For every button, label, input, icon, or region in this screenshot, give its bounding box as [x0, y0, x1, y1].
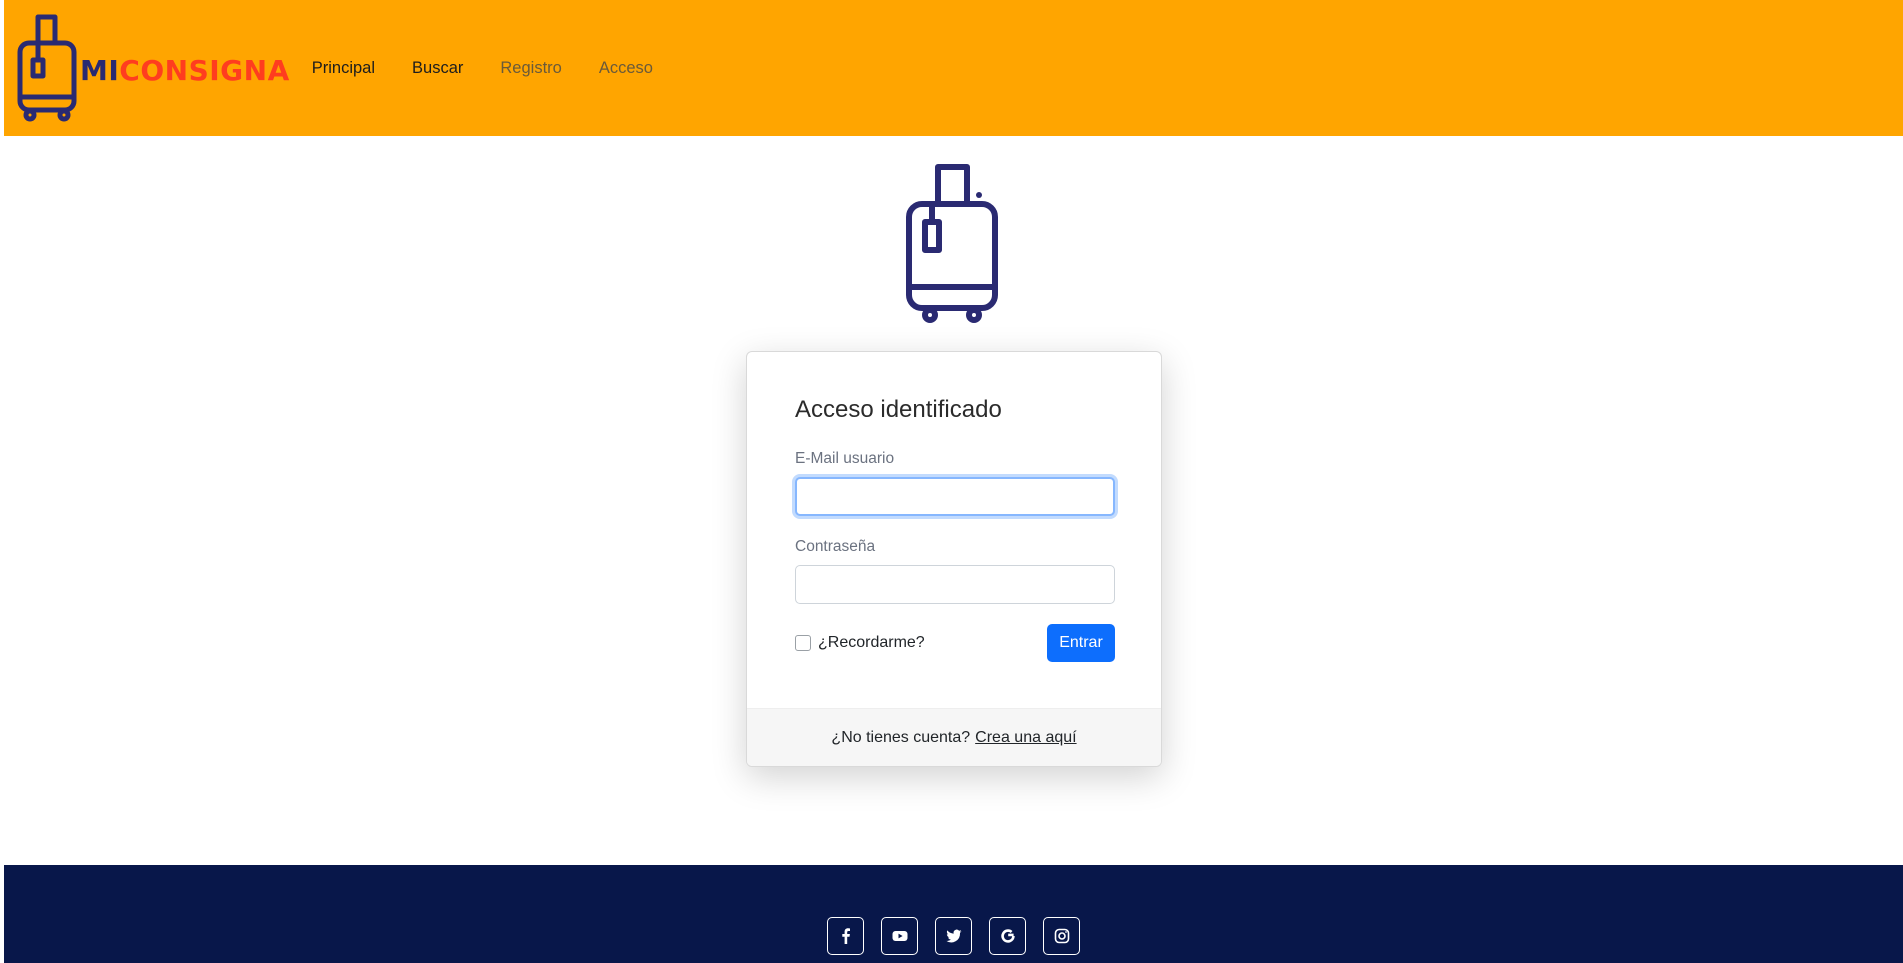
twitter-icon [945, 929, 961, 943]
signup-footer: ¿No tienes cuenta? Crea una aquí [747, 708, 1161, 766]
login-submit-button[interactable]: Entrar [1047, 624, 1115, 662]
signup-prompt: ¿No tienes cuenta? [831, 728, 971, 746]
twitter-button[interactable] [935, 917, 972, 955]
header: MICONSIGNA Principal Buscar Registro Acc… [4, 0, 1903, 136]
main-nav: Principal Buscar Registro Acceso [312, 59, 690, 78]
login-actions: ¿Recordarme? Entrar [795, 624, 1115, 662]
google-button[interactable] [989, 917, 1026, 955]
email-field[interactable] [795, 477, 1115, 516]
brand-suffix: CONSIGNA [119, 53, 290, 87]
site-footer [4, 865, 1903, 963]
remember-label: ¿Recordarme? [818, 634, 925, 651]
brand-logo[interactable]: MICONSIGNA [14, 14, 290, 122]
nav-buscar[interactable]: Buscar [412, 59, 463, 78]
social-links [827, 917, 1097, 955]
remember-checkbox[interactable] [795, 635, 811, 651]
nav-principal[interactable]: Principal [312, 59, 375, 78]
nav-registro[interactable]: Registro [500, 59, 561, 78]
password-field[interactable] [795, 565, 1115, 604]
instagram-button[interactable] [1043, 917, 1080, 955]
login-card-body: Acceso identificado E-Mail usuario Contr… [747, 352, 1161, 710]
signup-link[interactable]: Crea una aquí [975, 729, 1076, 747]
google-icon [1000, 929, 1015, 943]
nav-acceso[interactable]: Acceso [599, 59, 653, 78]
login-title: Acceso identificado [795, 396, 1002, 423]
password-group: Contraseña [795, 538, 1115, 604]
brand-name: MICONSIGNA [80, 54, 290, 87]
login-card: Acceso identificado E-Mail usuario Contr… [746, 351, 1162, 767]
instagram-icon [1054, 928, 1069, 944]
facebook-icon [841, 928, 850, 944]
suitcase-logo-icon [17, 14, 77, 122]
facebook-button[interactable] [827, 917, 864, 955]
suitcase-icon [906, 164, 998, 323]
youtube-icon [892, 931, 907, 941]
remember-me[interactable]: ¿Recordarme? [795, 634, 925, 652]
email-label: E-Mail usuario [795, 450, 895, 467]
brand-prefix: MI [80, 53, 120, 87]
password-label: Contraseña [795, 538, 876, 555]
email-group: E-Mail usuario [795, 450, 1115, 516]
page: MICONSIGNA Principal Buscar Registro Acc… [0, 0, 1903, 963]
youtube-button[interactable] [881, 917, 918, 955]
